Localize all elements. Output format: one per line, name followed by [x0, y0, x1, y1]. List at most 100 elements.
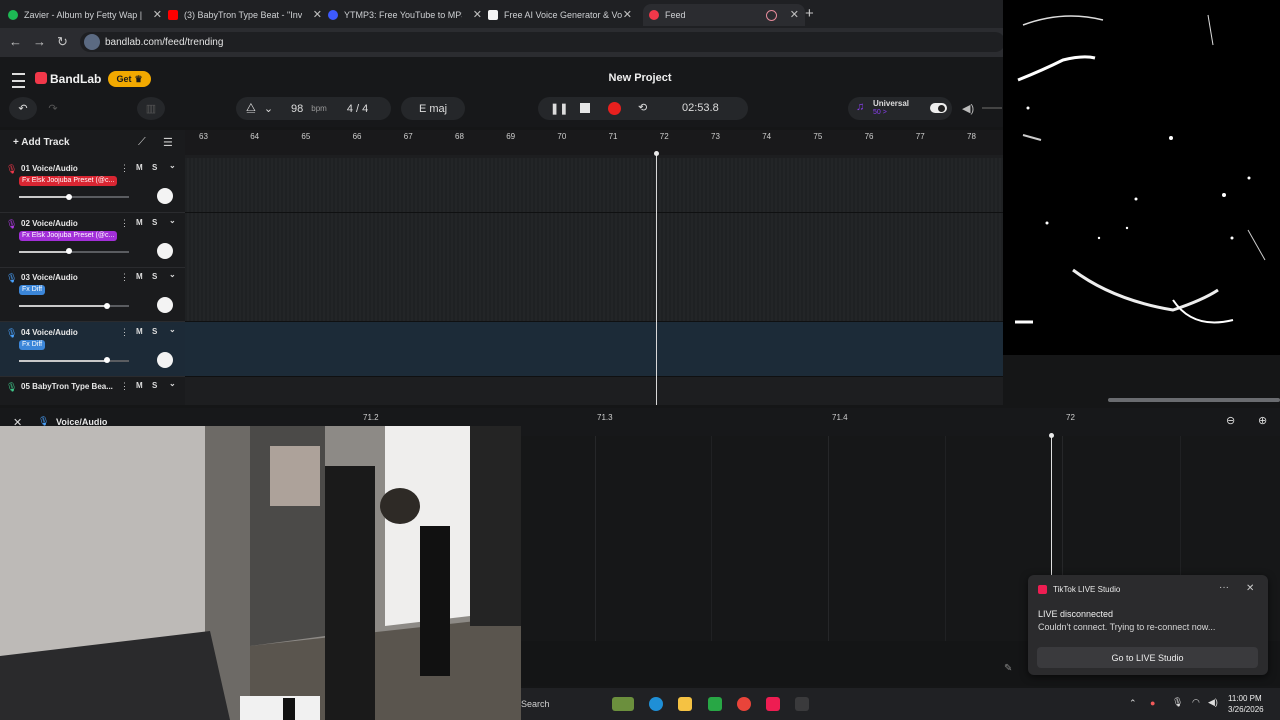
volume-thumb[interactable]	[65, 193, 72, 200]
track-name[interactable]: 04 Voice/Audio	[21, 328, 78, 337]
project-title[interactable]: New Project	[560, 72, 720, 84]
editor-playhead-handle[interactable]	[1049, 433, 1054, 438]
tray-app-icon[interactable]: ●	[1150, 698, 1155, 708]
bpm-value[interactable]: 98	[291, 103, 303, 115]
get-membership-button[interactable]: Get ♛	[108, 71, 151, 87]
pause-icon[interactable]: ❚❚	[550, 102, 568, 115]
solo-button[interactable]: S	[152, 381, 157, 390]
mute-button[interactable]: M	[136, 218, 143, 227]
track-name[interactable]: 05 BabyTron Type Bea...	[21, 382, 113, 391]
bandlab-logo-icon[interactable]	[35, 72, 47, 84]
edge-icon[interactable]	[649, 697, 663, 711]
app-icon[interactable]	[708, 697, 722, 711]
track-header[interactable]: 🎙 04 Voice/Audio ⋮ M S ⌄ Fx Diff	[0, 321, 185, 377]
stop-icon[interactable]	[580, 103, 590, 113]
brand-name[interactable]: BandLab	[50, 72, 101, 86]
track-lane[interactable]	[185, 267, 1003, 323]
track-menu-icon[interactable]: ⋮	[120, 381, 129, 392]
track-menu-icon[interactable]: ⋮	[120, 163, 129, 174]
zoom-in-icon[interactable]: ⊕	[1258, 414, 1267, 427]
volume-slider[interactable]	[19, 357, 129, 364]
playhead[interactable]	[656, 153, 657, 405]
speaker-icon[interactable]: ◀)	[1208, 697, 1218, 708]
new-tab-button[interactable]: +	[805, 5, 814, 22]
playhead-handle[interactable]	[654, 151, 659, 156]
close-tab-icon[interactable]: ✕	[790, 8, 799, 21]
volume-thumb[interactable]	[104, 357, 110, 364]
menu-icon[interactable]	[12, 73, 25, 88]
file-explorer-icon[interactable]	[678, 697, 692, 711]
piano-button[interactable]: ▥	[137, 97, 165, 120]
tab-youtube[interactable]: (3) BabyTron Type Beat - "Invas ✕	[168, 4, 328, 26]
track-name[interactable]: 03 Voice/Audio	[21, 273, 78, 282]
mute-button[interactable]: M	[136, 272, 143, 281]
chevron-up-icon[interactable]: ⌃	[1129, 698, 1137, 709]
horizontal-scrollbar[interactable]	[1108, 398, 1280, 402]
solo-button[interactable]: S	[152, 272, 157, 281]
solo-button[interactable]: S	[152, 218, 157, 227]
fx-preset-badge[interactable]: Fx Diff	[19, 339, 46, 350]
volume-slider[interactable]	[19, 248, 129, 255]
solo-button[interactable]: S	[152, 327, 157, 336]
solo-button[interactable]: S	[152, 163, 157, 172]
master-volume-slider[interactable]	[982, 107, 1002, 109]
fx-preset-badge[interactable]: Fx Elsk Joojuba Preset (@c...	[19, 230, 118, 241]
pencil-icon[interactable]: ✎	[1004, 663, 1012, 674]
expand-track-icon[interactable]: ⌄	[169, 270, 176, 279]
microphone-tray-icon[interactable]: 🎙	[1172, 697, 1183, 708]
close-tab-icon[interactable]: ✕	[473, 8, 482, 21]
pan-knob[interactable]	[157, 351, 173, 368]
close-notification-icon[interactable]: ✕	[1246, 583, 1254, 594]
track-menu-icon[interactable]: ⋮	[120, 218, 129, 229]
fx-preset-badge[interactable]: Fx Elsk Joojuba Preset (@c...	[19, 176, 118, 186]
preset-value[interactable]: 50 >	[873, 109, 887, 116]
track-header[interactable]: 🎙 01 Voice/Audio ⋮ M S ⌄ Fx Elsk Joojuba Prese…	[0, 158, 185, 213]
widgets-icon[interactable]	[612, 697, 634, 711]
volume-icon[interactable]: ◀)	[962, 102, 974, 115]
tab-feed[interactable]: Feed ✕	[643, 4, 805, 26]
close-tab-icon[interactable]: ✕	[153, 8, 162, 21]
chrome-icon[interactable]	[737, 697, 751, 711]
editor-playhead[interactable]	[1051, 436, 1052, 578]
go-to-live-studio-button[interactable]: Go to LIVE Studio	[1037, 647, 1258, 668]
pan-knob[interactable]	[157, 297, 173, 314]
record-icon[interactable]	[608, 102, 621, 115]
track-menu-icon[interactable]: ⋮	[120, 327, 129, 338]
track-header[interactable]: 🎙 03 Voice/Audio ⋮ M S ⌄ Fx Diff	[0, 267, 185, 323]
loop-icon[interactable]: ⟲	[638, 101, 647, 114]
track-lane[interactable]	[185, 321, 1003, 377]
clock-date[interactable]: 3/26/2026	[1228, 705, 1264, 714]
expand-track-icon[interactable]: ⌄	[169, 161, 176, 170]
back-icon[interactable]: ←	[9, 34, 22, 49]
preset-name[interactable]: Universal	[873, 99, 909, 108]
track-header[interactable]: 🎙 02 Voice/Audio ⋮ M S ⌄ Fx Elsk Joojuba Prese…	[0, 213, 185, 268]
add-track-button[interactable]: + Add Track	[13, 137, 70, 148]
volume-thumb[interactable]	[65, 248, 72, 255]
wifi-icon[interactable]: ◠	[1192, 697, 1200, 708]
volume-thumb[interactable]	[104, 302, 110, 309]
track-lane[interactable]	[185, 158, 1003, 213]
reload-icon[interactable]: ↻	[57, 34, 68, 50]
close-tab-icon[interactable]: ✕	[623, 8, 632, 21]
expand-track-icon[interactable]: ⌄	[169, 379, 176, 388]
volume-slider[interactable]	[19, 302, 129, 309]
mixer-settings-icon[interactable]: ☰	[163, 136, 173, 149]
pan-knob[interactable]	[157, 242, 173, 259]
tab-spotify[interactable]: Zavier - Album by Fetty Wap | S ✕	[8, 4, 168, 26]
close-tab-icon[interactable]: ✕	[313, 8, 322, 21]
site-info-icon[interactable]	[84, 34, 100, 50]
more-options-icon[interactable]: ···	[1219, 582, 1229, 593]
time-signature[interactable]: 4 / 4	[347, 103, 368, 115]
undo-button[interactable]: ↶	[9, 97, 37, 120]
track-menu-icon[interactable]: ⋮	[120, 272, 129, 283]
mute-button[interactable]: M	[136, 327, 143, 336]
expand-track-icon[interactable]: ⌄	[169, 325, 176, 334]
track-name[interactable]: 01 Voice/Audio	[21, 164, 78, 173]
mute-button[interactable]: M	[136, 163, 143, 172]
track-name[interactable]: 02 Voice/Audio	[21, 219, 78, 228]
redo-button[interactable]: ↷	[39, 97, 67, 120]
key-selector[interactable]: E maj	[401, 97, 465, 120]
expand-track-icon[interactable]: ⌄	[169, 216, 176, 225]
magic-tool-icon[interactable]: ⟋	[138, 136, 146, 149]
metronome-icon[interactable]: ⧋	[246, 102, 256, 115]
